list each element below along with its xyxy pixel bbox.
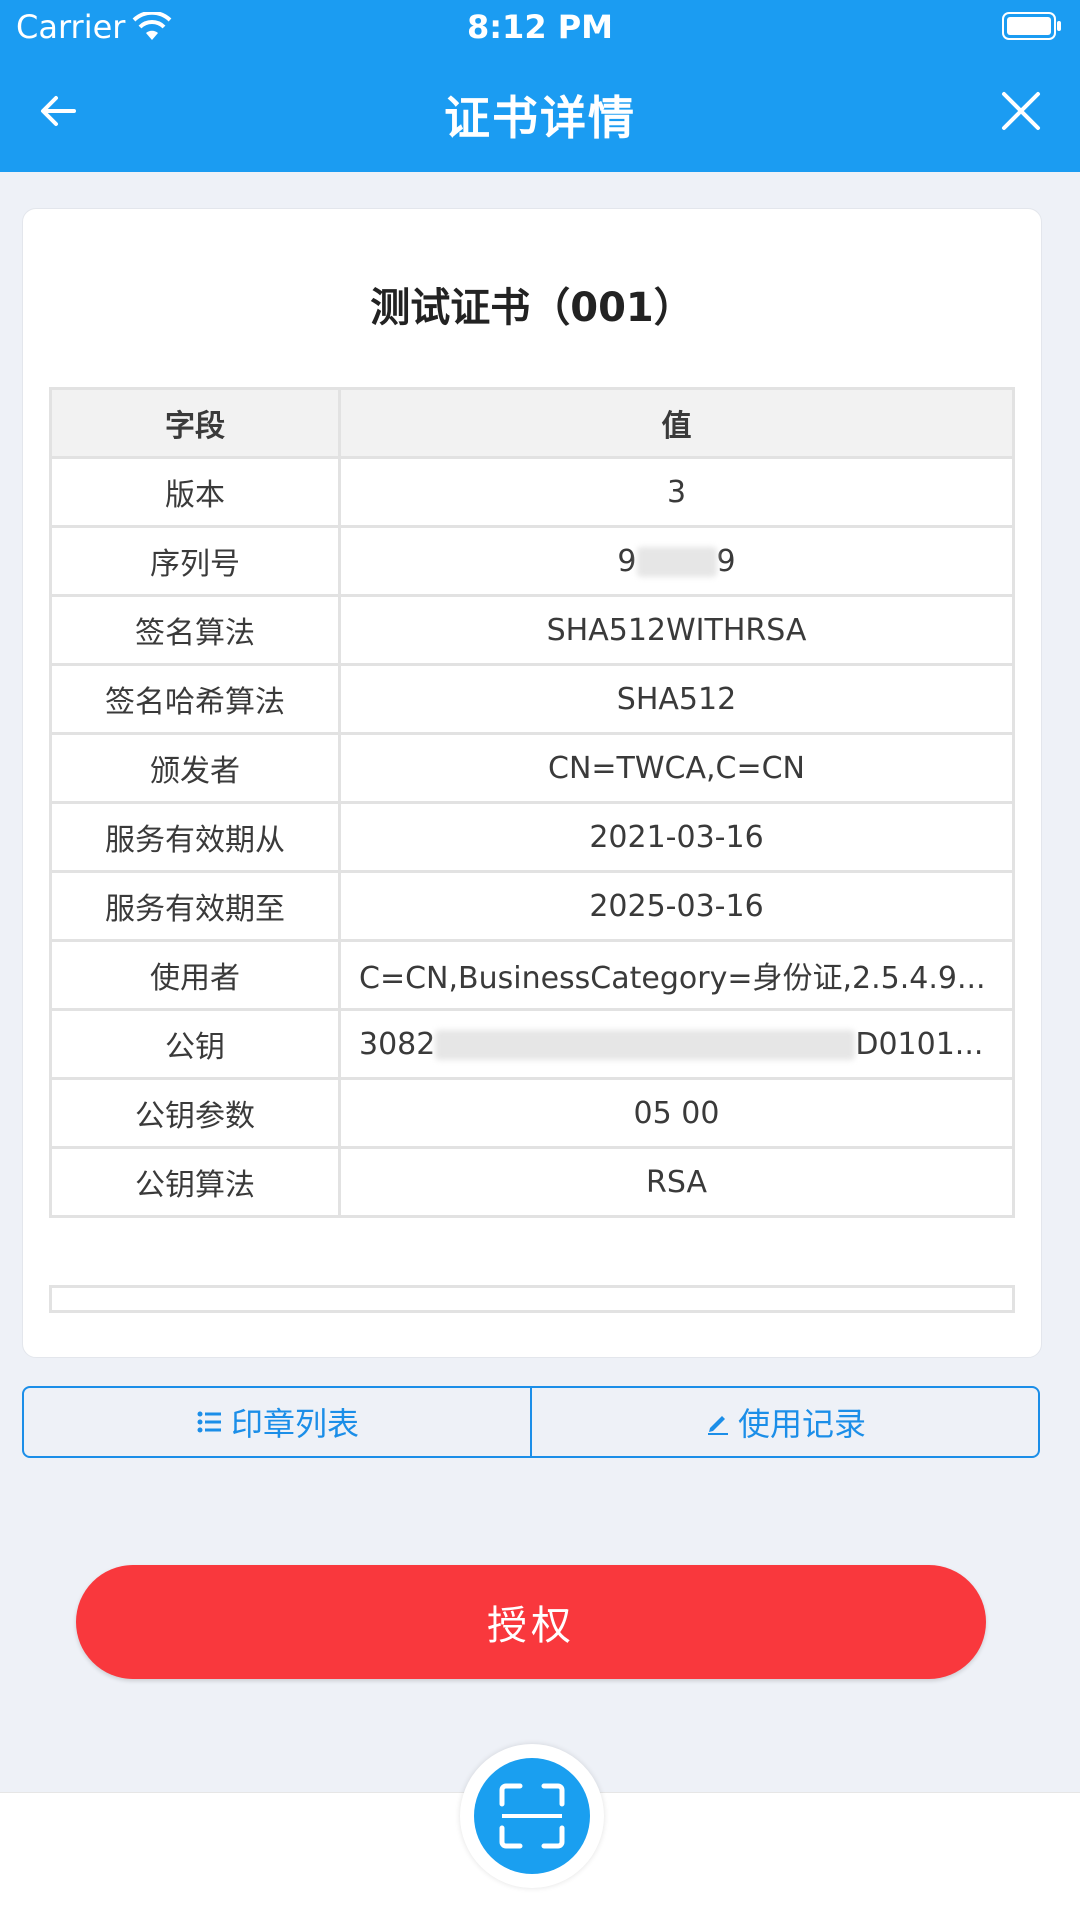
top-bar: Carrier 8:12 PM 证书详情 xyxy=(0,0,1080,172)
seal-list-button[interactable]: 印章列表 xyxy=(24,1388,530,1456)
usage-log-button[interactable]: 使用记录 xyxy=(530,1388,1038,1456)
scan-icon xyxy=(499,1783,565,1849)
field-cell: 颁发者 xyxy=(49,732,341,804)
usage-log-label: 使用记录 xyxy=(737,1405,866,1443)
value-cell: SHA512WITHRSA xyxy=(338,594,1015,666)
value-cell: SHA512 xyxy=(338,663,1015,735)
page-title: 证书详情 xyxy=(444,91,636,145)
status-bar: Carrier 8:12 PM xyxy=(0,0,1080,54)
table-row: 服务有效期从 2021-03-16 xyxy=(49,801,1015,873)
value-cell: 99 xyxy=(338,525,1015,597)
battery-icon xyxy=(1002,12,1061,40)
value-cell: CN=TWCA,C=CN xyxy=(338,732,1015,804)
status-time: 8:12 PM xyxy=(466,8,614,46)
field-cell: 公钥参数 xyxy=(49,1077,341,1149)
value-cell: C=CN,BusinessCategory=身份证,2.5.4.9... xyxy=(338,939,1015,1011)
field-cell: 版本 xyxy=(49,456,341,528)
scan-button[interactable] xyxy=(474,1758,590,1874)
field-cell: 服务有效期至 xyxy=(49,870,341,942)
certificate-table: 字段 值 版本 3 序列号 99 签名算法 SHA512WITHRSA 签名哈希… xyxy=(49,387,1015,1218)
field-cell: 签名算法 xyxy=(49,594,341,666)
field-cell: 公钥 xyxy=(49,1008,341,1080)
table-row: 公钥算法 RSA xyxy=(49,1146,1015,1218)
empty-table-row xyxy=(49,1285,1015,1313)
value-cell: 3 xyxy=(338,456,1015,528)
table-row: 序列号 99 xyxy=(49,525,1015,597)
value-cell: 2025-03-16 xyxy=(338,870,1015,942)
table-header-row: 字段 值 xyxy=(49,387,1015,459)
table-row: 版本 3 xyxy=(49,456,1015,528)
nav-bar: 证书详情 xyxy=(0,54,1080,172)
table-row: 公钥参数 05 00 xyxy=(49,1077,1015,1149)
value-prefix: 9 xyxy=(617,543,637,579)
field-cell: 使用者 xyxy=(49,939,341,1011)
redacted-mask xyxy=(435,1030,856,1060)
value-cell: RSA xyxy=(338,1146,1015,1218)
redacted-mask xyxy=(636,547,717,577)
certificate-title: 测试证书（001） xyxy=(370,285,694,331)
value-cell: 2021-03-16 xyxy=(338,801,1015,873)
pencil-icon xyxy=(707,1416,728,1435)
action-button-group: 印章列表 使用记录 xyxy=(22,1386,1040,1458)
table-row: 签名算法 SHA512WITHRSA xyxy=(49,594,1015,666)
authorize-button[interactable]: 授权 xyxy=(76,1565,986,1679)
table-row: 签名哈希算法 SHA512 xyxy=(49,663,1015,735)
value-suffix: 9 xyxy=(716,543,736,579)
value-prefix: 3082 xyxy=(359,1026,436,1062)
field-cell: 签名哈希算法 xyxy=(49,663,341,735)
table-row: 使用者 C=CN,BusinessCategory=身份证,2.5.4.9... xyxy=(49,939,1015,1011)
header-value: 值 xyxy=(338,387,1015,459)
header-field: 字段 xyxy=(49,387,341,459)
value-cell: 05 00 xyxy=(338,1077,1015,1149)
table-row: 颁发者 CN=TWCA,C=CN xyxy=(49,732,1015,804)
value-cell: 3082 D0101... xyxy=(338,1008,1015,1080)
close-icon[interactable] xyxy=(996,86,1046,136)
field-cell: 服务有效期从 xyxy=(49,801,341,873)
field-cell: 公钥算法 xyxy=(49,1146,341,1218)
table-row: 公钥 3082 D0101... xyxy=(49,1008,1015,1080)
certificate-card: 测试证书（001） 字段 值 版本 3 序列号 99 签名算法 SHA512WI… xyxy=(22,208,1042,1358)
table-row: 服务有效期至 2025-03-16 xyxy=(49,870,1015,942)
value-suffix: D0101... xyxy=(855,1026,984,1062)
seal-list-label: 印章列表 xyxy=(230,1405,359,1443)
list-icon xyxy=(197,1411,221,1433)
field-cell: 序列号 xyxy=(49,525,341,597)
